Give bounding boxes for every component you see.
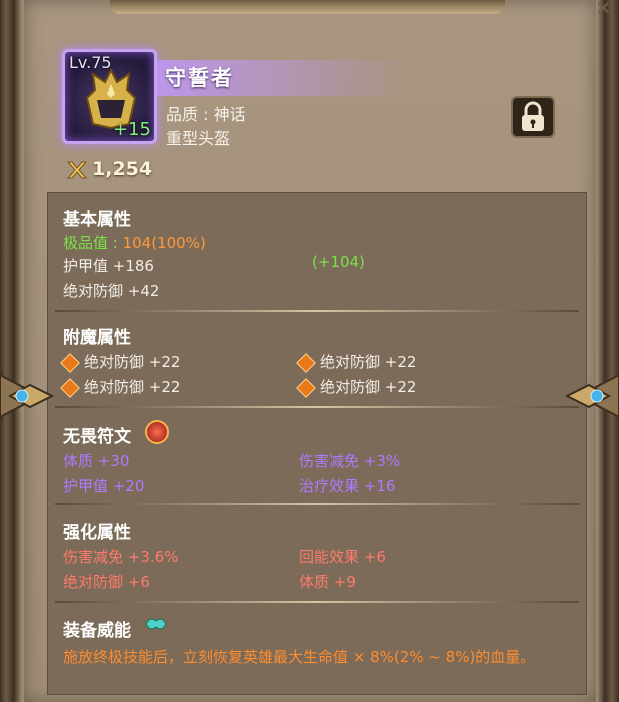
rune-stat: 治疗效果 +16 [299,477,396,495]
rune-title: 无畏符文 [63,427,131,447]
quality-value-row: 极品值 : 104(100%) [63,232,206,253]
power-score: 1,254 [92,158,153,180]
abs-def-stat: 绝对防御 +42 [63,282,160,300]
left-ornament [0,373,55,419]
armor-stat: 护甲值 +186 [63,257,154,275]
enhance-stat: 绝对防御 +6 [63,573,150,591]
rune-stat: 护甲值 +20 [63,477,145,495]
rune-icon[interactable] [145,420,169,444]
enchant-title: 附魔属性 [63,328,131,348]
diamond-icon [60,377,80,398]
enhance-title: 强化属性 [63,523,131,543]
enchant-item: 绝对防御 +22 [60,376,180,398]
enhance-level: +15 [113,119,151,140]
item-type: 重型头盔 [166,129,231,148]
item-level: Lv.75 [69,53,112,72]
rune-stat: 伤害减免 +3% [299,452,401,470]
lock-icon [522,101,544,131]
stats-panel: 基本属性 极品值 : 104(100%) 护甲值 +186 (+104) 绝对防… [47,192,587,695]
enchant-item: 绝对防御 +22 [296,351,416,373]
enchant-item: 绝对防御 +22 [60,351,180,373]
divider [55,310,579,312]
top-ornament [110,0,505,14]
enhance-stat: 伤害减免 +3.6% [63,548,179,566]
basic-title: 基本属性 [63,210,131,230]
diamond-icon [296,352,316,373]
enhance-stat: 回能效果 +6 [299,548,386,566]
rune-stat: 体质 +30 [63,452,130,470]
quality-value-label: 极品值 : [63,234,123,252]
right-ornament [566,373,619,419]
diamond-icon [296,377,316,398]
majesty-icon [145,618,167,630]
enhance-stat: 体质 +9 [299,573,356,591]
enchant-item: 绝对防御 +22 [296,376,416,398]
divider [55,503,579,505]
item-name: 守誓者 [165,66,234,90]
item-icon: Lv.75 +15 [62,49,157,144]
lock-button[interactable] [511,96,555,138]
divider [55,406,579,408]
armor-bonus: (+104) [312,253,365,271]
item-quality: 品质 : 神话 [166,105,246,124]
close-icon[interactable]: ✕ [595,0,615,18]
diamond-icon [60,352,80,373]
quality-value: 104(100%) [122,234,206,252]
majesty-title: 装备威能 [63,621,131,641]
majesty-description: 施放终极技能后，立刻恢复英雄最大生命值 × 8%(2% ~ 8%)的血量。 [63,648,536,666]
divider [55,601,579,603]
power-icon [66,161,88,179]
